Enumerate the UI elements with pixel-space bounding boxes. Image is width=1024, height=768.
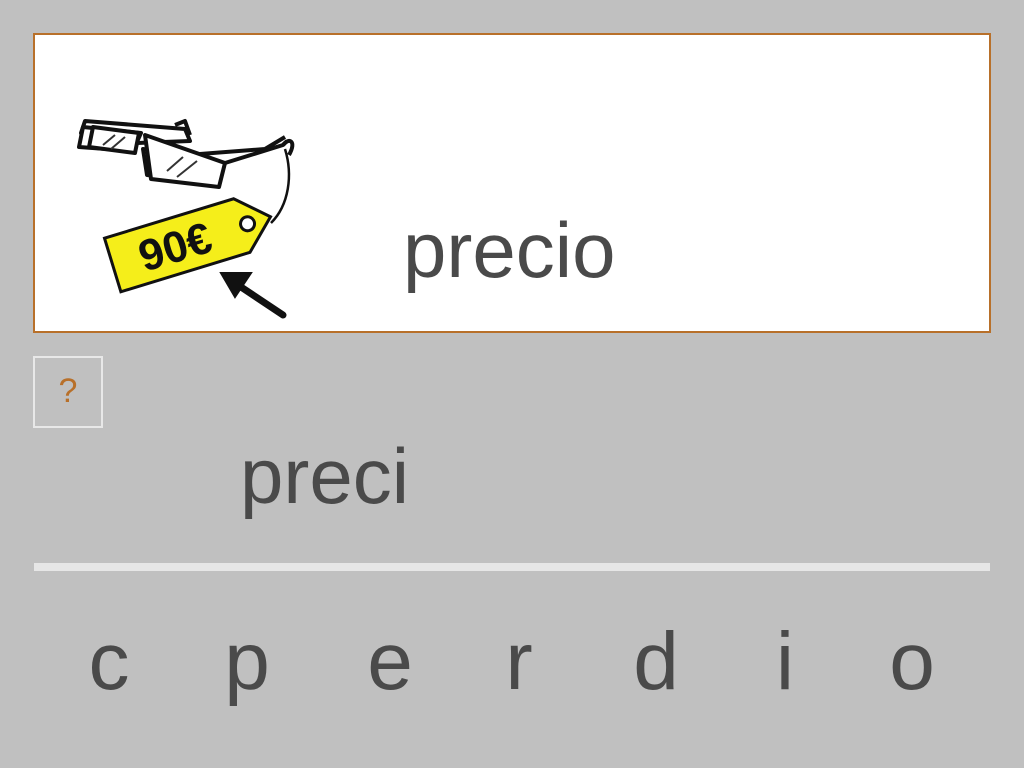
letter-tile-o[interactable]: o [867,612,957,722]
letter-tile-r[interactable]: r [474,612,564,722]
glasses-price-tag-icon: 90€ [77,119,295,319]
word-card: 90€ precio [33,33,991,333]
answer-divider [34,563,990,571]
letter-tile-d[interactable]: d [611,612,701,722]
answer-text: preci [240,432,410,520]
letter-tile-p[interactable]: p [202,612,292,722]
letter-tile-c[interactable]: c [64,612,154,722]
letter-tile-i[interactable]: i [740,612,830,722]
target-word: precio [403,206,616,294]
svg-text:90€: 90€ [133,213,218,281]
letter-tile-e[interactable]: e [345,612,435,722]
hint-button[interactable]: ? [33,356,103,428]
